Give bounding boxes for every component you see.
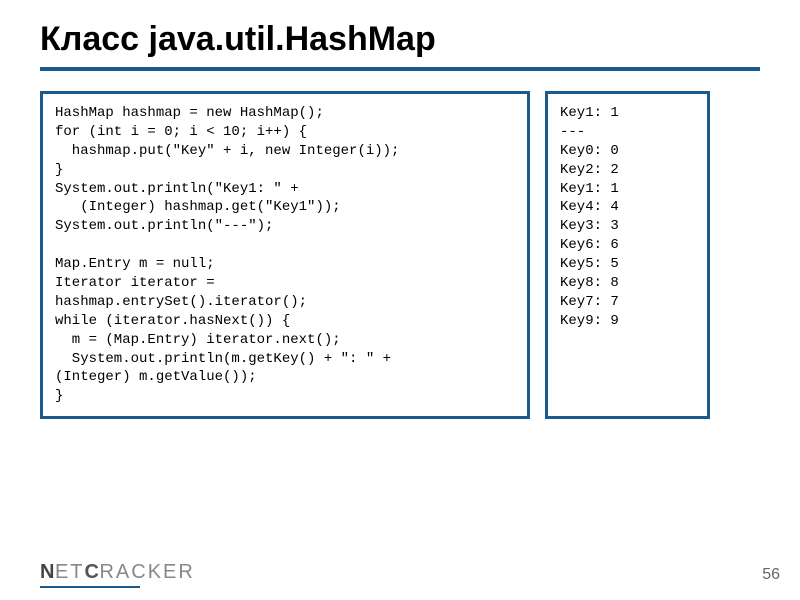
page-number: 56	[762, 566, 780, 584]
brand-text: NETCRACKER	[40, 561, 195, 584]
code-block-output: Key1: 1 --- Key0: 0 Key2: 2 Key1: 1 Key4…	[545, 91, 710, 419]
brand-n: N	[40, 561, 55, 583]
content-row: HashMap hashmap = new HashMap(); for (in…	[40, 91, 760, 419]
brand-underline	[40, 586, 140, 588]
brand-racker: RACKER	[99, 561, 194, 583]
brand-logo: NETCRACKER	[40, 561, 195, 588]
slide: Класс java.util.HashMap HashMap hashmap …	[0, 0, 800, 600]
footer: NETCRACKER 56	[40, 561, 780, 588]
code-block-left: HashMap hashmap = new HashMap(); for (in…	[40, 91, 530, 419]
brand-et: ET	[55, 561, 85, 583]
brand-c: C	[85, 561, 100, 583]
slide-title: Класс java.util.HashMap	[40, 20, 760, 71]
